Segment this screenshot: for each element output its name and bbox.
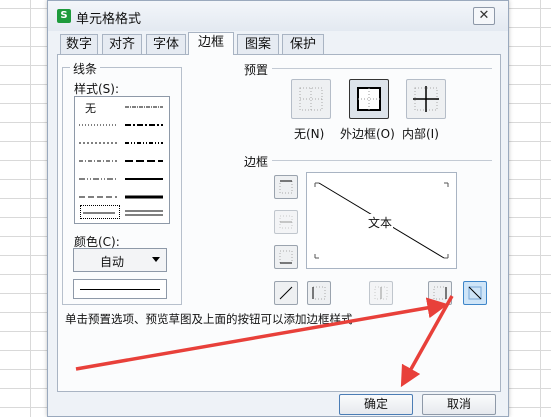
cancel-button[interactable]: 取消 xyxy=(422,394,496,415)
diagonal-up-icon xyxy=(279,286,293,300)
color-value: 自动 xyxy=(100,255,125,269)
border-tab-panel: 线条 样式(S): 无 颜色(C): 自动 预置 无(N) 外边框(O) 内部(… xyxy=(57,54,501,392)
preset-outline-label: 外边框(O) xyxy=(340,127,395,141)
border-right-icon xyxy=(433,286,447,300)
preset-inside-label: 内部(I) xyxy=(402,127,439,141)
line-group-title: 线条 xyxy=(70,60,101,77)
preset-none-icon xyxy=(299,87,323,111)
tab-font[interactable]: 字体 xyxy=(146,34,186,54)
hint-text: 单击预置选项、预览草图及上面的按钮可以添加边框样式 xyxy=(65,312,353,326)
border-diagonal-down-button[interactable] xyxy=(463,281,487,305)
preset-inside-icon xyxy=(413,86,439,112)
border-top-icon xyxy=(279,180,293,194)
border-right-button[interactable] xyxy=(428,281,452,305)
line-style-list[interactable]: 无 xyxy=(74,96,170,224)
diagonal-down-icon xyxy=(468,286,482,300)
format-cells-dialog: S 单元格格式 ✕ 数字 对齐 字体 边框 图案 保护 线条 样式(S): 无 xyxy=(47,0,509,417)
ok-button[interactable]: 确定 xyxy=(339,394,413,415)
presets-title: 预置 xyxy=(244,63,269,77)
border-title: 边框 xyxy=(244,155,269,169)
border-preview[interactable]: 文本 xyxy=(306,172,457,269)
preset-inside-button[interactable] xyxy=(406,79,446,119)
preset-outline-button[interactable] xyxy=(349,79,389,119)
style-label: 样式(S): xyxy=(74,82,120,96)
border-bottom-icon xyxy=(279,250,293,264)
border-top-button[interactable] xyxy=(274,175,298,199)
line-color-preview xyxy=(73,279,167,299)
selected-line-style xyxy=(80,205,120,219)
tab-alignment[interactable]: 对齐 xyxy=(102,34,142,54)
close-button[interactable]: ✕ xyxy=(473,7,495,25)
border-diagonal-up-button[interactable] xyxy=(274,281,298,305)
tab-pattern[interactable]: 图案 xyxy=(237,34,279,54)
sheet-column-line xyxy=(540,0,541,417)
sheet-column-line xyxy=(30,0,31,417)
title-bar: S 单元格格式 ✕ xyxy=(48,1,508,31)
preview-text: 文本 xyxy=(367,214,394,231)
border-bottom-button[interactable] xyxy=(274,245,298,269)
tab-border[interactable]: 边框 xyxy=(188,32,234,55)
border-inside-vertical-button[interactable] xyxy=(369,281,393,305)
color-dropdown[interactable]: 自动 xyxy=(73,248,167,272)
tab-number[interactable]: 数字 xyxy=(60,34,98,54)
border-inside-vertical-icon xyxy=(374,286,388,300)
border-inside-horizontal-icon xyxy=(279,215,293,229)
border-left-icon xyxy=(312,286,326,300)
app-icon: S xyxy=(57,9,71,23)
close-icon: ✕ xyxy=(478,8,490,23)
preset-none-button[interactable] xyxy=(291,79,331,119)
preset-none-label: 无(N) xyxy=(294,127,325,141)
tab-protection[interactable]: 保护 xyxy=(282,34,324,54)
border-divider xyxy=(272,160,492,161)
preset-outline-icon xyxy=(357,87,381,111)
border-inside-horizontal-button[interactable] xyxy=(274,210,298,234)
presets-divider xyxy=(272,68,492,69)
border-left-button[interactable] xyxy=(307,281,331,305)
chevron-down-icon xyxy=(152,257,160,262)
dialog-title: 单元格格式 xyxy=(76,12,142,27)
